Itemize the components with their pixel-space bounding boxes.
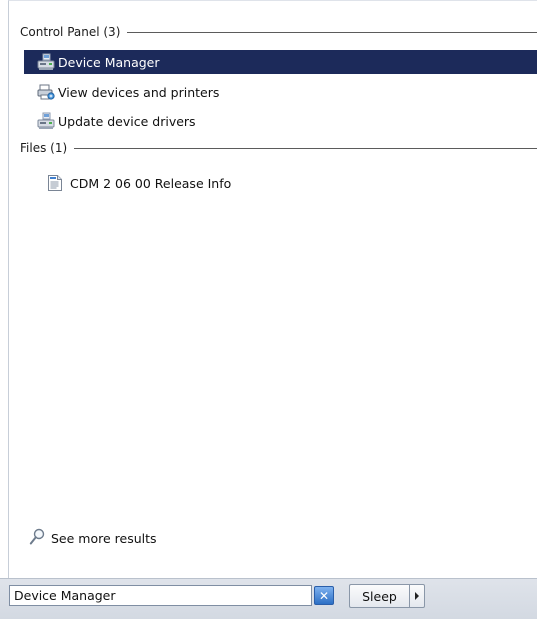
- group-header-label: Files (1): [20, 141, 68, 155]
- see-more-results-label: See more results: [51, 530, 157, 546]
- result-item-update-device-drivers[interactable]: Update device drivers: [24, 109, 537, 133]
- device-manager-icon: [36, 52, 56, 72]
- result-item-device-manager[interactable]: Device Manager: [24, 50, 537, 74]
- device-drivers-icon: [36, 111, 56, 131]
- search-results-panel: Control Panel (3) Device Manager View de…: [8, 0, 537, 579]
- result-item-label: CDM 2 06 00 Release Info: [70, 175, 232, 191]
- sleep-button[interactable]: Sleep: [349, 584, 409, 608]
- group-header-files: Files (1): [20, 139, 537, 157]
- result-item-view-devices-and-printers[interactable]: View devices and printers: [24, 80, 537, 104]
- group-divider: [74, 147, 537, 149]
- power-options-button[interactable]: [409, 584, 425, 608]
- result-item-cdm-release-info[interactable]: CDM 2 06 00 Release Info: [24, 171, 537, 195]
- group-divider: [127, 31, 537, 33]
- close-icon: ✕: [318, 588, 330, 603]
- devices-printers-icon: [36, 82, 56, 102]
- see-more-results-link[interactable]: See more results: [29, 528, 157, 548]
- group-header-label: Control Panel (3): [20, 25, 121, 39]
- sleep-button-label: Sleep: [362, 588, 397, 604]
- search-input[interactable]: [9, 585, 312, 606]
- text-document-icon: [45, 173, 65, 193]
- result-item-label: Update device drivers: [58, 113, 196, 129]
- clear-search-button[interactable]: ✕: [314, 586, 334, 605]
- magnifier-icon: [29, 528, 45, 549]
- group-header-control-panel: Control Panel (3): [20, 23, 537, 41]
- result-item-label: Device Manager: [58, 54, 160, 70]
- arrow-right-icon: [414, 589, 420, 603]
- result-item-label: View devices and printers: [58, 84, 220, 100]
- start-menu-bottom-bar: ✕ Sleep: [0, 578, 537, 619]
